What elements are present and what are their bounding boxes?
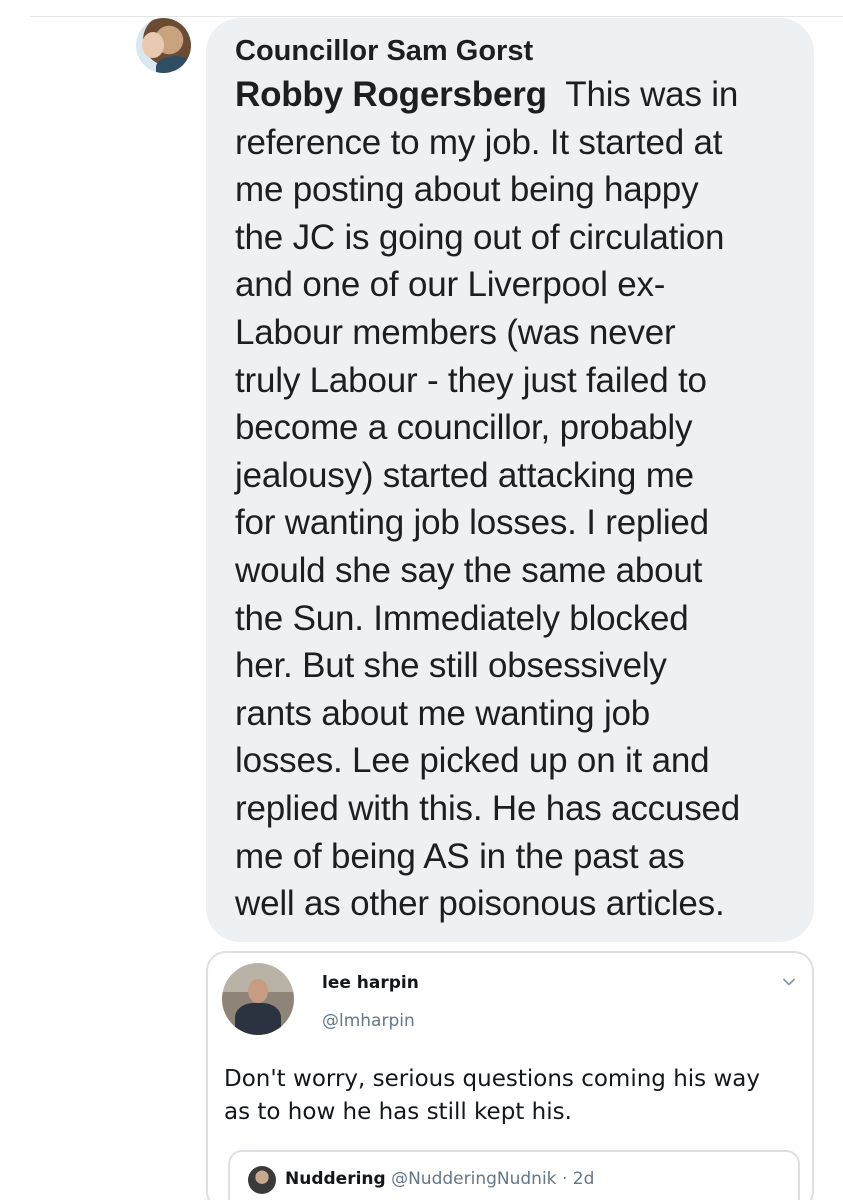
embedded-tweet[interactable]: lee harpin @lmharpin Don't worry, seriou… <box>206 951 814 1200</box>
comment-line: Labour members (was never <box>235 312 676 352</box>
comment-line: me of being AS in the past as <box>235 836 685 876</box>
comment-line: the JC is going out of circulation <box>235 217 725 257</box>
quoted-author-name[interactable]: Nuddering <box>285 1169 386 1189</box>
tweet-author-handle[interactable]: @lmharpin <box>322 1011 415 1031</box>
separator-dot: · <box>561 1169 568 1189</box>
comment-line: replied with this. He has accused <box>235 788 741 828</box>
screenshot: Councillor Sam Gorst Robby Rogersberg Th… <box>0 0 843 1200</box>
comment-line: become a councillor, probably <box>235 408 693 448</box>
commenter-avatar[interactable] <box>136 18 191 73</box>
tweet-text-line: Don't worry, serious questions coming hi… <box>224 1066 760 1092</box>
quoted-age: 2d <box>572 1169 595 1189</box>
comment-line: for wanting job losses. I replied <box>235 503 709 543</box>
comment-line: jealousy) started attacking me <box>235 455 694 495</box>
comment-line: her. But she still obsessively <box>235 646 667 686</box>
comment-line: me posting about being happy <box>235 170 699 210</box>
comment-line: truly Labour - they just failed to <box>235 360 707 400</box>
comment-line: the Sun. Immediately blocked <box>235 598 689 638</box>
comment-author[interactable]: Councillor Sam Gorst <box>235 35 794 67</box>
chevron-down-icon[interactable] <box>782 975 796 989</box>
comment-bubble: Councillor Sam Gorst Robby Rogersberg Th… <box>206 18 814 942</box>
tweet-author-name[interactable]: lee harpin <box>322 973 419 993</box>
mention-link[interactable]: Robby Rogersberg <box>235 75 547 114</box>
divider <box>30 16 843 17</box>
comment-body: Robby Rogersberg This was in reference t… <box>235 71 794 928</box>
comment-line: losses. Lee picked up on it and <box>235 741 710 781</box>
quoted-tweet[interactable]: Nuddering @NudderingNudnik · 2d <box>228 1150 800 1200</box>
comment-line: and one of our Liverpool ex- <box>235 265 666 305</box>
tweet-text: Don't worry, serious questions coming hi… <box>224 1063 804 1129</box>
quoted-author-handle[interactable]: @NudderingNudnik <box>391 1169 556 1189</box>
comment-line: would she say the same about <box>235 550 703 590</box>
comment-text: This was in <box>565 75 739 114</box>
tweet-author-avatar[interactable] <box>222 963 294 1035</box>
comment-line: rants about me wanting job <box>235 693 651 733</box>
comment-line: well as other poisonous articles. <box>235 884 725 924</box>
tweet-text-line: as to how he has still kept his. <box>224 1099 572 1125</box>
comment-line: reference to my job. It started at <box>235 122 723 162</box>
quoted-author-avatar <box>248 1166 276 1194</box>
